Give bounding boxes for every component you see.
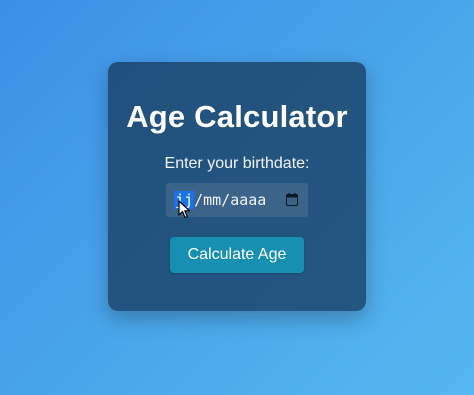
- calculate-age-button[interactable]: Calculate Age: [170, 237, 304, 273]
- month-segment[interactable]: mm: [203, 191, 221, 209]
- birthdate-label: Enter your birthdate:: [164, 155, 310, 172]
- date-separator: /: [221, 191, 231, 209]
- year-segment[interactable]: aaaa: [230, 191, 266, 209]
- mouse-cursor-icon: [178, 200, 191, 219]
- date-separator: /: [194, 191, 204, 209]
- page-title: Age Calculator: [126, 99, 348, 134]
- calendar-icon[interactable]: [286, 193, 298, 206]
